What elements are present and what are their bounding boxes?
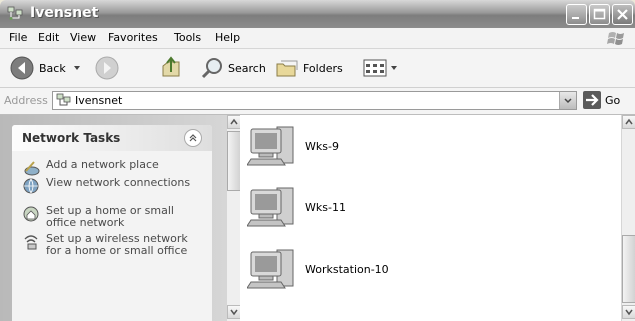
search-button[interactable]: Search bbox=[200, 49, 266, 87]
chevron-down-icon bbox=[73, 66, 80, 70]
forward-arrow-icon bbox=[95, 56, 119, 80]
address-bar: Address Ivensnet Go bbox=[0, 88, 635, 115]
explorer-window: Ivensnet File Edit View Favorites Tools … bbox=[0, 0, 635, 321]
forward-button[interactable] bbox=[94, 49, 120, 87]
wireless-network-icon bbox=[24, 235, 38, 250]
chevron-down-icon bbox=[564, 98, 572, 104]
task-view-network-connections[interactable]: View network connections bbox=[22, 177, 196, 195]
computer-label: Wks-11 bbox=[305, 200, 346, 214]
windows-logo-icon bbox=[607, 32, 624, 45]
computer-icon bbox=[247, 187, 294, 227]
close-icon bbox=[617, 9, 628, 20]
scroll-up-button[interactable] bbox=[622, 115, 635, 129]
menu-view[interactable]: View bbox=[70, 31, 96, 44]
scroll-down-button[interactable] bbox=[622, 305, 635, 319]
views-icon bbox=[363, 59, 387, 77]
folders-button[interactable]: Folders bbox=[275, 49, 343, 87]
back-arrow-icon bbox=[10, 56, 34, 80]
network-tasks-header[interactable]: Network Tasks bbox=[12, 125, 212, 151]
task-add-network-place[interactable]: Add a network place bbox=[22, 159, 196, 177]
search-icon bbox=[201, 58, 222, 79]
folders-label: Folders bbox=[303, 61, 343, 75]
computer-icon bbox=[247, 126, 294, 166]
computer-item[interactable]: Wks-9 bbox=[247, 123, 339, 169]
chevron-down-icon bbox=[230, 309, 238, 316]
scroll-thumb[interactable] bbox=[227, 131, 241, 191]
close-button[interactable] bbox=[612, 4, 633, 25]
address-label: Address bbox=[4, 94, 48, 107]
network-tasks-panel: Network Tasks Add a network place View n… bbox=[12, 125, 212, 321]
file-list-scrollbar[interactable] bbox=[621, 115, 635, 321]
network-places-icon bbox=[7, 6, 23, 20]
menu-tools[interactable]: Tools bbox=[174, 31, 201, 44]
home-network-icon bbox=[23, 206, 39, 222]
task-set-up-wireless-network[interactable]: Set up a wireless network for a home or … bbox=[22, 233, 196, 257]
address-dropdown-button[interactable] bbox=[559, 92, 576, 109]
folders-icon bbox=[276, 60, 298, 77]
double-chevron-up-icon bbox=[189, 134, 197, 142]
network-places-icon bbox=[56, 93, 71, 106]
menu-file[interactable]: File bbox=[9, 31, 27, 44]
scroll-thumb[interactable] bbox=[622, 235, 635, 303]
computer-icon bbox=[247, 249, 294, 289]
computer-item[interactable]: Workstation-10 bbox=[247, 246, 389, 292]
back-button[interactable]: Back bbox=[9, 49, 82, 87]
go-arrow-icon bbox=[583, 91, 601, 109]
maximize-button[interactable] bbox=[589, 4, 610, 25]
search-label: Search bbox=[228, 61, 266, 75]
back-label: Back bbox=[39, 61, 66, 75]
computer-label: Wks-9 bbox=[305, 139, 339, 153]
collapse-button[interactable] bbox=[184, 129, 202, 147]
toolbar: Back Search Folders bbox=[0, 49, 635, 88]
network-connections-icon bbox=[23, 178, 39, 194]
task-pane: Network Tasks Add a network place View n… bbox=[0, 115, 226, 321]
scroll-up-button[interactable] bbox=[227, 115, 241, 129]
window-title: Ivensnet bbox=[30, 5, 99, 21]
menu-help[interactable]: Help bbox=[215, 31, 240, 44]
task-label: Set up a home or small office network bbox=[46, 204, 174, 229]
up-folder-button[interactable] bbox=[160, 49, 182, 87]
task-pane-scrollbar[interactable] bbox=[226, 115, 241, 321]
go-button[interactable]: Go bbox=[583, 91, 620, 109]
go-label: Go bbox=[605, 93, 621, 107]
menu-favorites[interactable]: Favorites bbox=[108, 31, 158, 44]
title-bar[interactable]: Ivensnet bbox=[0, 0, 635, 28]
menu-bar: File Edit View Favorites Tools Help bbox=[0, 28, 635, 49]
up-folder-icon bbox=[162, 56, 180, 77]
chevron-down-icon bbox=[391, 66, 397, 70]
minimize-icon bbox=[572, 17, 579, 19]
task-set-up-home-network[interactable]: Set up a home or small office network bbox=[22, 205, 196, 229]
network-tasks-title: Network Tasks bbox=[22, 131, 121, 145]
chevron-down-icon bbox=[625, 309, 633, 316]
task-label: Add a network place bbox=[46, 158, 159, 171]
file-list: Wks-9 Wks-11 Workstation-10 bbox=[240, 115, 621, 321]
minimize-button[interactable] bbox=[566, 4, 587, 25]
address-input[interactable]: Ivensnet bbox=[52, 91, 577, 110]
views-button[interactable] bbox=[362, 49, 398, 87]
computer-item[interactable]: Wks-11 bbox=[247, 184, 346, 230]
task-label: Set up a wireless network for a home or … bbox=[46, 232, 188, 257]
menu-edit[interactable]: Edit bbox=[38, 31, 59, 44]
add-network-place-icon bbox=[24, 161, 40, 176]
scroll-down-button[interactable] bbox=[227, 305, 241, 319]
computer-label: Workstation-10 bbox=[305, 262, 389, 276]
chevron-up-icon bbox=[625, 118, 633, 125]
maximize-icon bbox=[593, 8, 606, 20]
chevron-up-icon bbox=[230, 118, 238, 125]
address-value: Ivensnet bbox=[75, 94, 123, 107]
task-label: View network connections bbox=[46, 176, 191, 189]
